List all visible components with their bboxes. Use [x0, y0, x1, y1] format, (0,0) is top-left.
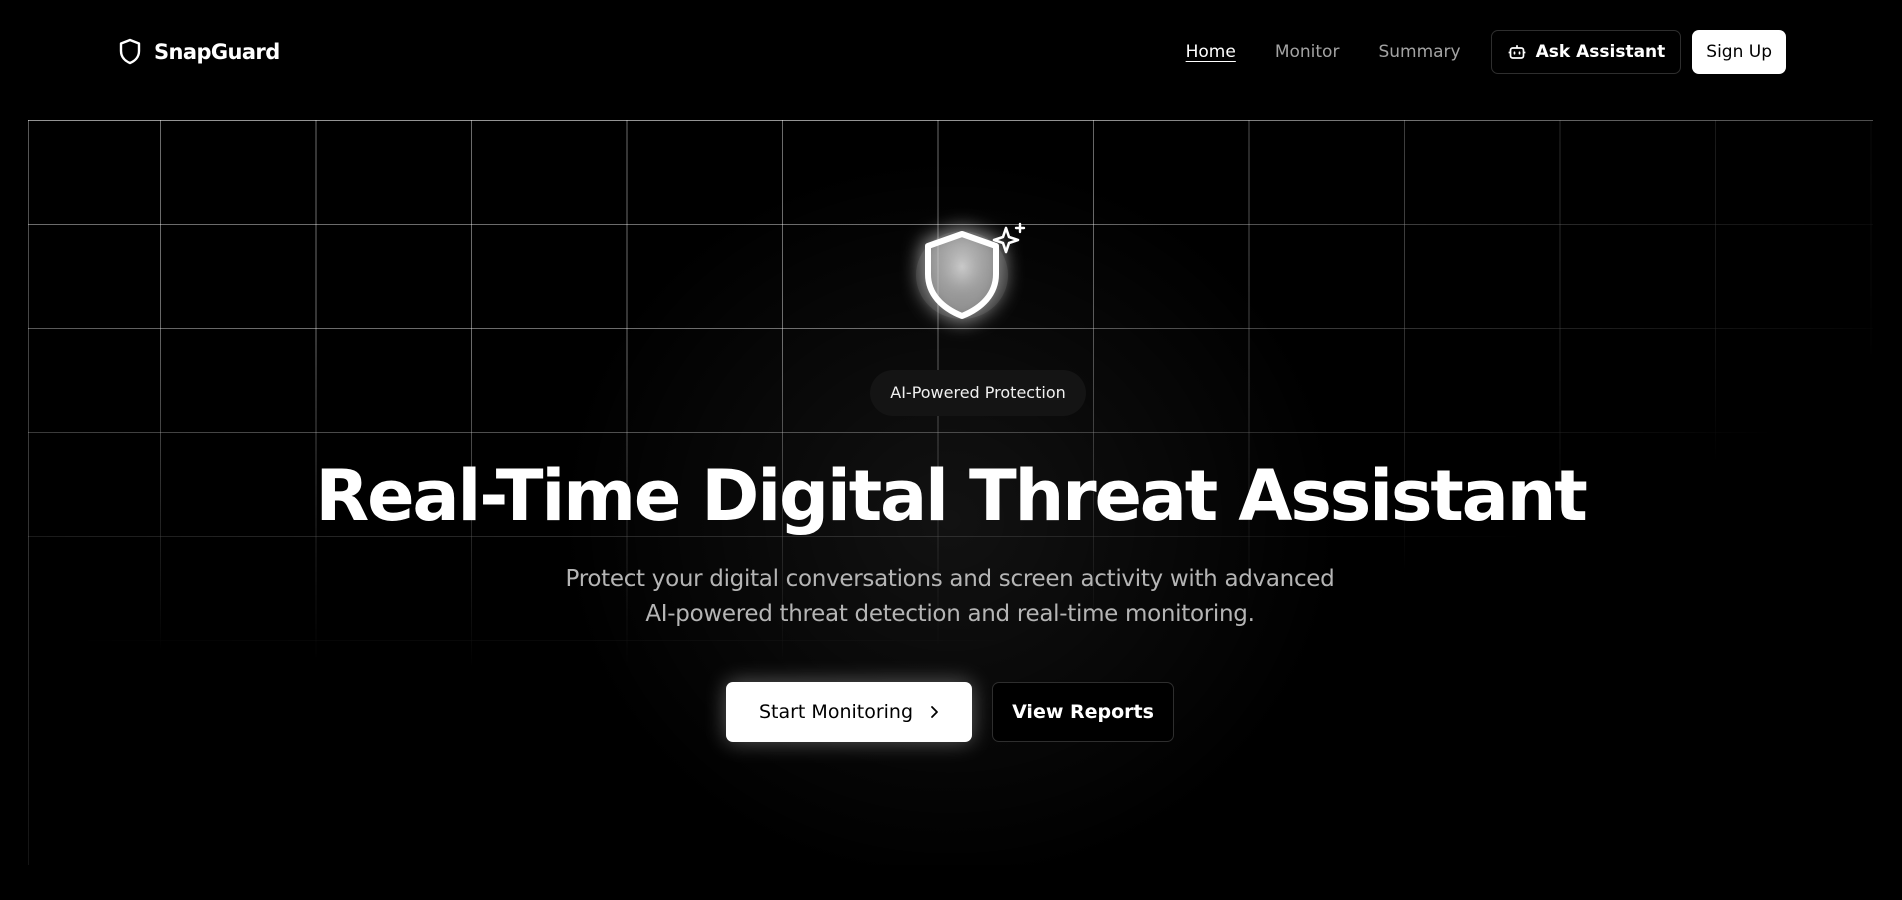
- start-monitoring-button[interactable]: Start Monitoring: [726, 682, 972, 742]
- hero-title: Real-Time Digital Threat Assistant: [315, 455, 1587, 537]
- chevron-right-icon: [929, 705, 939, 719]
- hero-cta-row: Start Monitoring View Reports: [726, 682, 1174, 742]
- bot-icon: [1508, 44, 1526, 60]
- hero-section: AI-Powered Protection Real-Time Digital …: [28, 120, 1873, 865]
- shield-sparkles-icon: [910, 220, 1030, 330]
- brand-name: SnapGuard: [154, 39, 280, 64]
- ask-assistant-button[interactable]: Ask Assistant: [1490, 30, 1682, 74]
- sign-up-button[interactable]: Sign Up: [1692, 30, 1786, 74]
- nav-link-home[interactable]: Home: [1186, 42, 1236, 62]
- top-navbar: SnapGuard Home Monitor Summary Ask Assis…: [0, 0, 1902, 106]
- brand-logo-link[interactable]: SnapGuard: [118, 38, 280, 65]
- hero-subtitle-line-1: Protect your digital conversations and s…: [565, 566, 1335, 592]
- hero-subtitle-line-2: AI-powered threat detection and real-tim…: [645, 601, 1255, 627]
- nav-link-summary[interactable]: Summary: [1378, 42, 1460, 62]
- ask-assistant-label: Ask Assistant: [1535, 42, 1666, 62]
- view-reports-button[interactable]: View Reports: [992, 682, 1174, 742]
- main-nav: Home Monitor Summary Ask Assistant Sign: [1186, 30, 1786, 74]
- start-monitoring-label: Start Monitoring: [758, 701, 914, 723]
- hero-subtitle: Protect your digital conversations and s…: [550, 562, 1350, 632]
- ai-protection-badge: AI-Powered Protection: [870, 370, 1086, 416]
- nav-link-monitor[interactable]: Monitor: [1275, 42, 1340, 62]
- shield-icon: [118, 38, 142, 65]
- page: SnapGuard Home Monitor Summary Ask Assis…: [0, 0, 1902, 900]
